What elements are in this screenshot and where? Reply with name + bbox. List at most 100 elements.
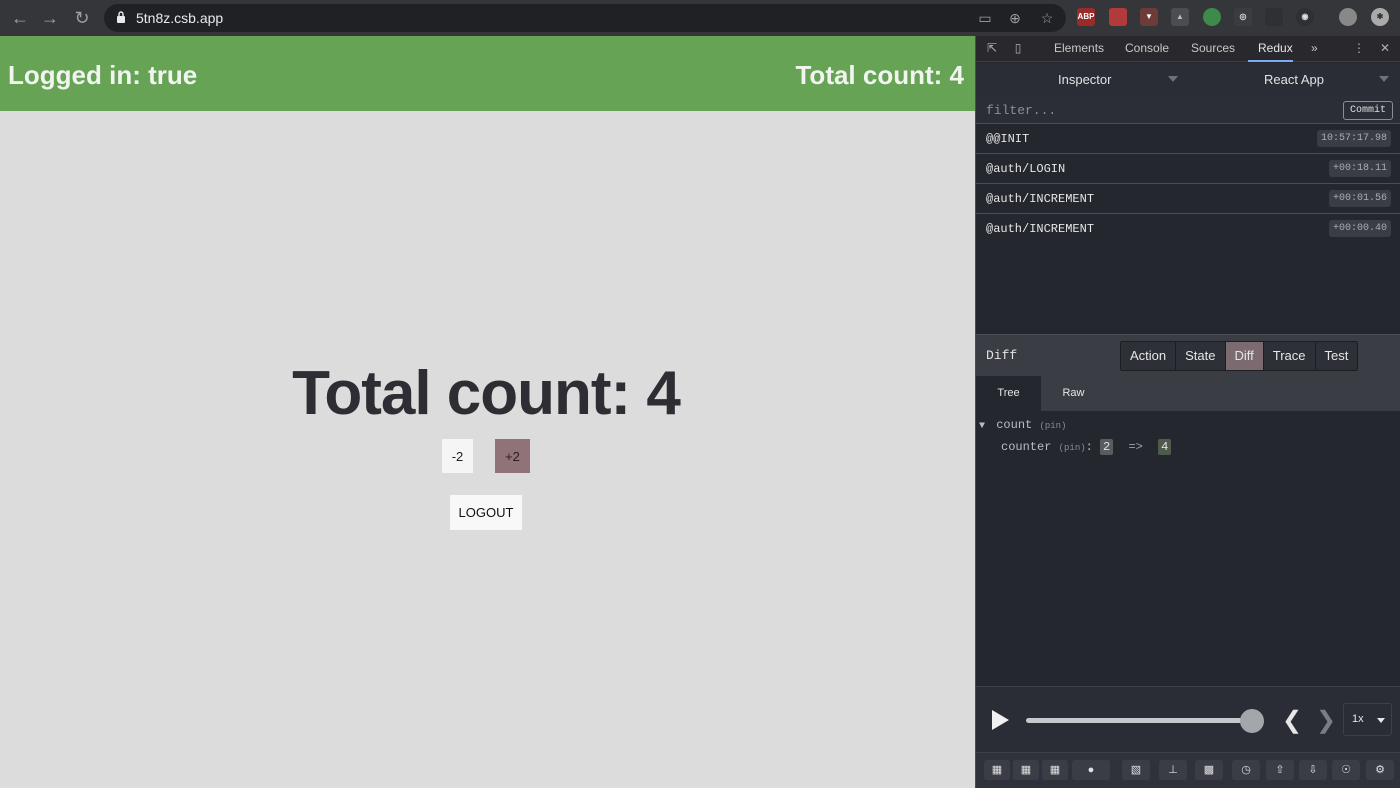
time-slider-handle[interactable]	[1240, 709, 1264, 733]
cast-icon[interactable]: ▭	[976, 9, 994, 27]
settings-icon[interactable]: ⚙	[1366, 760, 1394, 780]
tab-test[interactable]: Test	[1315, 342, 1358, 370]
tab-elements[interactable]: Elements	[1054, 41, 1104, 55]
back-icon[interactable]: ←	[8, 6, 32, 30]
layout-right-icon[interactable]: ▦	[1013, 760, 1039, 780]
lock-icon[interactable]: ▧	[1122, 760, 1150, 780]
pin-icon[interactable]: ⊥	[1159, 760, 1187, 780]
zoom-icon[interactable]: ⊕	[1006, 9, 1024, 27]
kebab-menu-icon[interactable]: ⋮	[1352, 41, 1366, 55]
speed-select[interactable]: 1x	[1343, 703, 1392, 736]
action-time: 10:57:17.98	[1316, 130, 1391, 147]
play-icon[interactable]	[992, 710, 1009, 730]
action-name: @auth/INCREMENT	[986, 222, 1095, 236]
profile-avatar[interactable]	[1339, 8, 1357, 26]
layout-left-icon[interactable]: ▦	[984, 760, 1010, 780]
action-item[interactable]: @@INIT 10:57:17.98	[976, 124, 1400, 154]
chevron-down-icon[interactable]	[1379, 76, 1389, 82]
remote-icon[interactable]: ●	[1072, 760, 1110, 780]
time-slider-track[interactable]	[1026, 718, 1254, 723]
inspect-element-icon[interactable]: ⇱	[985, 41, 999, 55]
commit-button[interactable]: Commit	[1343, 101, 1393, 120]
adblock-extension-icon[interactable]: ABP	[1077, 8, 1095, 26]
close-devtools-icon[interactable]: ✕	[1378, 41, 1392, 55]
action-list: @@INIT 10:57:17.98 @auth/LOGIN +00:18.11…	[976, 124, 1400, 334]
action-time: +00:01.56	[1328, 190, 1391, 207]
browser-toolbar: ← → ↻ 5tn8z.csb.app ▭ ⊕ ☆ ABP ▼ ▲ ◎ ◉ ✱	[0, 0, 1400, 36]
redux-toolbar: Inspector React App	[976, 63, 1400, 96]
diff-tree: ▼ count (pin) counter (pin): 2 => 4	[976, 411, 1400, 686]
action-time: +00:18.11	[1328, 160, 1391, 177]
diff-arrow: =>	[1128, 440, 1143, 454]
tab-redux[interactable]: Redux	[1258, 41, 1293, 55]
action-item[interactable]: @auth/INCREMENT +00:01.56	[976, 184, 1400, 214]
tab-trace[interactable]: Trace	[1263, 342, 1316, 370]
action-item[interactable]: @auth/LOGIN +00:18.11	[976, 154, 1400, 184]
devtools-panel: ⇱ ▯ Elements Console Sources Redux » ⋮ ✕…	[975, 36, 1400, 788]
action-filter-row: filter... Commit	[976, 96, 1400, 124]
keyboard-icon[interactable]: ▩	[1195, 760, 1223, 780]
lock-icon	[117, 11, 125, 23]
pin-link[interactable]: (pin)	[1039, 421, 1066, 431]
tab-console[interactable]: Console	[1125, 41, 1169, 55]
layout-bottom-icon[interactable]: ▦	[1042, 760, 1068, 780]
action-time: +00:00.40	[1328, 220, 1391, 237]
app-page: Logged in: true Total count: 4 Total cou…	[0, 36, 975, 788]
monitor-select[interactable]: Inspector	[1058, 72, 1111, 87]
new-value: 4	[1158, 439, 1172, 455]
instance-select[interactable]: React App	[1264, 72, 1324, 87]
logout-button[interactable]: LOGOUT	[450, 495, 522, 530]
monitor-tab-group: Action State Diff Trace Test	[1120, 341, 1359, 371]
main-total-count: Total count: 4	[292, 359, 681, 428]
active-tab-indicator	[1248, 60, 1293, 62]
download-icon[interactable]: ⇩	[1299, 760, 1327, 780]
action-item[interactable]: @auth/INCREMENT +00:00.40	[976, 214, 1400, 244]
chevron-down-icon	[1377, 718, 1385, 723]
chevron-left-icon[interactable]: ❮	[1282, 706, 1302, 735]
tab-diff[interactable]: Diff	[1225, 342, 1264, 370]
decrement-button[interactable]: -2	[442, 439, 473, 473]
vue-extension-icon[interactable]: ▼	[1140, 8, 1158, 26]
time-travel-bar: ❮ ❯ 1x	[976, 686, 1400, 752]
forward-icon[interactable]: →	[38, 6, 62, 30]
tab-tree[interactable]: Tree	[976, 376, 1041, 411]
pin-link[interactable]: (pin)	[1059, 443, 1086, 453]
clock-icon[interactable]: ◷	[1232, 760, 1260, 780]
address-bar[interactable]: 5tn8z.csb.app ▭ ⊕ ☆	[104, 4, 1066, 32]
extensions-menu-icon[interactable]: ✱	[1371, 8, 1389, 26]
target-extension-icon[interactable]: ◉	[1296, 8, 1314, 26]
compass-extension-icon[interactable]	[1203, 8, 1221, 26]
filter-input[interactable]: filter...	[986, 103, 1056, 118]
monitor-tabbar: Diff Action State Diff Trace Test	[976, 334, 1400, 376]
device-toolbar-icon[interactable]: ▯	[1011, 41, 1025, 55]
reload-icon[interactable]: ↻	[70, 6, 94, 30]
more-tabs-icon[interactable]: »	[1311, 41, 1318, 55]
tab-action[interactable]: Action	[1121, 342, 1177, 370]
tab-sources[interactable]: Sources	[1191, 41, 1235, 55]
tab-raw[interactable]: Raw	[1041, 376, 1106, 411]
expand-triangle-icon[interactable]: ▼	[979, 421, 985, 432]
tree-key-label: counter	[1001, 440, 1052, 454]
extension-icon[interactable]	[1109, 8, 1127, 26]
tree-node-count[interactable]: ▼ count (pin)	[979, 418, 1066, 432]
action-name: @auth/INCREMENT	[986, 192, 1095, 206]
bookmark-star-icon[interactable]: ☆	[1038, 9, 1056, 27]
lightbulb-extension-icon[interactable]: ◎	[1234, 8, 1252, 26]
devtools-tabbar: ⇱ ▯ Elements Console Sources Redux » ⋮ ✕	[976, 36, 1400, 62]
broadcast-icon[interactable]: ☉	[1332, 760, 1360, 780]
monitor-title: Diff	[986, 348, 1018, 363]
chevron-right-icon[interactable]: ❯	[1316, 706, 1336, 735]
drive-extension-icon[interactable]: ▲	[1171, 8, 1189, 26]
url-text: 5tn8z.csb.app	[136, 10, 224, 26]
header-total-count: Total count: 4	[795, 60, 964, 90]
old-value: 2	[1100, 439, 1114, 455]
action-name: @auth/LOGIN	[986, 162, 1066, 176]
app-header: Logged in: true Total count: 4	[0, 36, 975, 111]
increment-button[interactable]: +2	[495, 439, 530, 473]
tab-state[interactable]: State	[1176, 342, 1226, 370]
action-name: @@INIT	[986, 132, 1030, 146]
upload-icon[interactable]: ⇧	[1266, 760, 1294, 780]
extension-icon-2[interactable]	[1265, 8, 1283, 26]
diff-view-tabs: Tree Raw	[976, 376, 1400, 411]
chevron-down-icon[interactable]	[1168, 76, 1178, 82]
